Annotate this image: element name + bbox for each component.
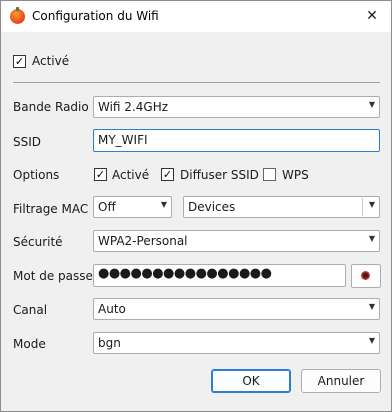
chevron-down-icon: ▼ bbox=[368, 100, 375, 109]
dialog-content: ✓ Activé Bande Radio Wifi 2.4GHz ▼ SSID … bbox=[1, 32, 391, 411]
window-title: Configuration du Wifi bbox=[32, 9, 159, 23]
divider bbox=[362, 198, 363, 216]
password-input[interactable]: ●●●●●●●●●●●●●●●● bbox=[93, 264, 346, 287]
app-icon bbox=[10, 7, 25, 24]
separator bbox=[13, 82, 380, 83]
option-broadcast-ssid-label: Diffuser SSID bbox=[180, 168, 259, 182]
security-value: WPA2-Personal bbox=[98, 234, 188, 248]
password-label: Mot de passe bbox=[13, 269, 93, 283]
channel-label: Canal bbox=[13, 303, 48, 317]
chevron-down-icon: ▼ bbox=[368, 234, 375, 243]
mode-combobox[interactable]: bgn ▼ bbox=[93, 332, 380, 354]
band-combobox[interactable]: Wifi 2.4GHz ▼ bbox=[93, 96, 380, 118]
mode-value: bgn bbox=[98, 336, 121, 350]
show-password-button[interactable] bbox=[351, 264, 381, 288]
chevron-down-icon: ▼ bbox=[368, 200, 375, 209]
security-label: Sécurité bbox=[13, 235, 63, 249]
ssid-label: SSID bbox=[13, 135, 42, 149]
option-enabled-checkbox[interactable]: ✓ bbox=[94, 168, 107, 181]
password-value: ●●●●●●●●●●●●●●●● bbox=[98, 266, 272, 281]
option-broadcast-ssid-checkbox[interactable]: ✓ bbox=[161, 168, 174, 181]
channel-combobox[interactable]: Auto ▼ bbox=[93, 298, 380, 320]
ssid-input[interactable]: MY_WIFI bbox=[93, 129, 380, 152]
channel-value: Auto bbox=[98, 302, 126, 316]
option-enabled-label: Activé bbox=[112, 168, 150, 182]
ok-button[interactable]: OK bbox=[211, 369, 291, 393]
mac-filter-mode-value: Off bbox=[98, 200, 116, 214]
cancel-button[interactable]: Annuler bbox=[301, 369, 381, 393]
chevron-down-icon: ▼ bbox=[160, 200, 167, 209]
chevron-down-icon: ▼ bbox=[368, 302, 375, 311]
options-label: Options bbox=[13, 168, 60, 182]
band-label: Bande Radio bbox=[13, 100, 89, 114]
mac-filter-mode-combobox[interactable]: Off ▼ bbox=[93, 196, 172, 218]
ssid-value: MY_WIFI bbox=[98, 133, 148, 147]
security-combobox[interactable]: WPA2-Personal ▼ bbox=[93, 230, 380, 252]
close-button[interactable]: ✕ bbox=[359, 4, 385, 28]
mac-filter-devices-combobox[interactable]: Devices ▼ bbox=[183, 196, 380, 218]
enabled-checkbox[interactable]: ✓ bbox=[13, 55, 26, 68]
band-value: Wifi 2.4GHz bbox=[98, 100, 169, 114]
eye-icon bbox=[361, 271, 370, 280]
title-bar: Configuration du Wifi ✕ bbox=[1, 1, 391, 32]
mac-filter-label: Filtrage MAC bbox=[13, 202, 89, 216]
option-wps-label: WPS bbox=[282, 168, 309, 182]
mode-label: Mode bbox=[13, 337, 46, 351]
enabled-label: Activé bbox=[32, 54, 70, 68]
chevron-down-icon: ▼ bbox=[368, 336, 375, 345]
mac-filter-devices-value: Devices bbox=[188, 200, 236, 214]
wifi-config-dialog: Configuration du Wifi ✕ ✓ Activé Bande R… bbox=[0, 0, 392, 412]
option-wps-checkbox[interactable] bbox=[263, 168, 276, 181]
